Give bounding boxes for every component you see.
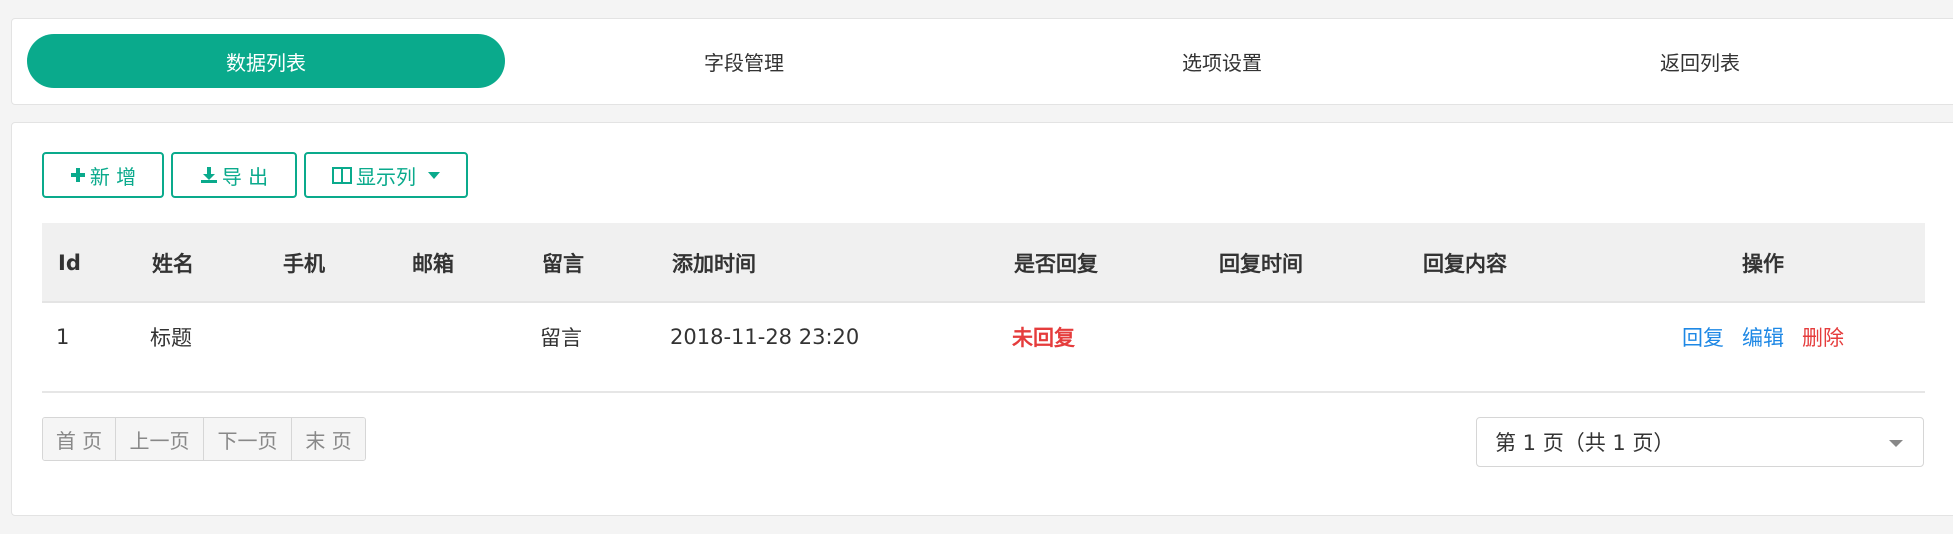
reply-link[interactable]: 回复	[1682, 322, 1724, 352]
chevron-down-icon	[428, 171, 440, 179]
header-added-time[interactable]: 添加时间	[672, 223, 756, 303]
toolbar: 新 增 导 出 显示列	[42, 152, 468, 198]
cell-added-time: 2018-11-28 23:20	[670, 325, 860, 349]
header-name[interactable]: 姓名	[152, 223, 194, 303]
delete-link[interactable]: 删除	[1802, 322, 1844, 352]
header-reply-content[interactable]: 回复内容	[1423, 223, 1507, 303]
tab-field-management[interactable]: 字段管理	[505, 34, 983, 88]
page-select-value: 第 1 页（共 1 页）	[1495, 431, 1675, 455]
download-icon	[200, 166, 218, 184]
content-panel: 新 增 导 出 显示列 Id 姓名 手机 邮箱 留言 添加时间 是否回复 回复时…	[11, 122, 1953, 516]
header-phone[interactable]: 手机	[283, 223, 325, 303]
cell-actions: 回复 编辑 删除	[1682, 303, 1844, 371]
chevron-down-icon	[1889, 440, 1903, 447]
header-id[interactable]: Id	[58, 223, 81, 303]
add-button-label: 新 增	[89, 164, 137, 189]
last-page-button[interactable]: 末 页	[292, 418, 365, 460]
header-message[interactable]: 留言	[542, 223, 584, 303]
tab-back-to-list[interactable]: 返回列表	[1461, 34, 1939, 88]
tab-data-list[interactable]: 数据列表	[27, 34, 505, 88]
data-table: Id 姓名 手机 邮箱 留言 添加时间 是否回复 回复时间 回复内容 操作 1 …	[42, 223, 1925, 393]
cell-name: 标题	[150, 326, 192, 350]
cell-id: 1	[56, 325, 70, 349]
tab-bar: 数据列表 字段管理 选项设置 返回列表	[11, 18, 1953, 105]
columns-icon	[332, 166, 352, 184]
table-row: 1 标题 留言 2018-11-28 23:20 未回复 回复 编辑 删除	[42, 303, 1925, 393]
header-email[interactable]: 邮箱	[412, 223, 454, 303]
columns-button[interactable]: 显示列	[304, 152, 468, 198]
edit-link[interactable]: 编辑	[1742, 322, 1784, 352]
export-button-label: 导 出	[221, 164, 269, 189]
export-button[interactable]: 导 出	[171, 152, 297, 198]
table-header: Id 姓名 手机 邮箱 留言 添加时间 是否回复 回复时间 回复内容 操作	[42, 223, 1925, 303]
next-page-button[interactable]: 下一页	[204, 418, 292, 460]
header-actions: 操作	[1742, 252, 1784, 276]
prev-page-button[interactable]: 上一页	[116, 418, 204, 460]
first-page-button[interactable]: 首 页	[43, 418, 116, 460]
plus-icon	[70, 167, 86, 183]
page-select[interactable]: 第 1 页（共 1 页）	[1476, 417, 1924, 467]
tab-option-settings[interactable]: 选项设置	[983, 34, 1461, 88]
cell-message: 留言	[540, 326, 582, 350]
header-reply-time[interactable]: 回复时间	[1219, 223, 1303, 303]
columns-button-label: 显示列	[356, 164, 416, 189]
header-replied[interactable]: 是否回复	[1014, 223, 1098, 303]
status-badge: 未回复	[1012, 326, 1075, 350]
add-button[interactable]: 新 增	[42, 152, 164, 198]
pagination: 首 页 上一页 下一页 末 页	[42, 417, 366, 461]
